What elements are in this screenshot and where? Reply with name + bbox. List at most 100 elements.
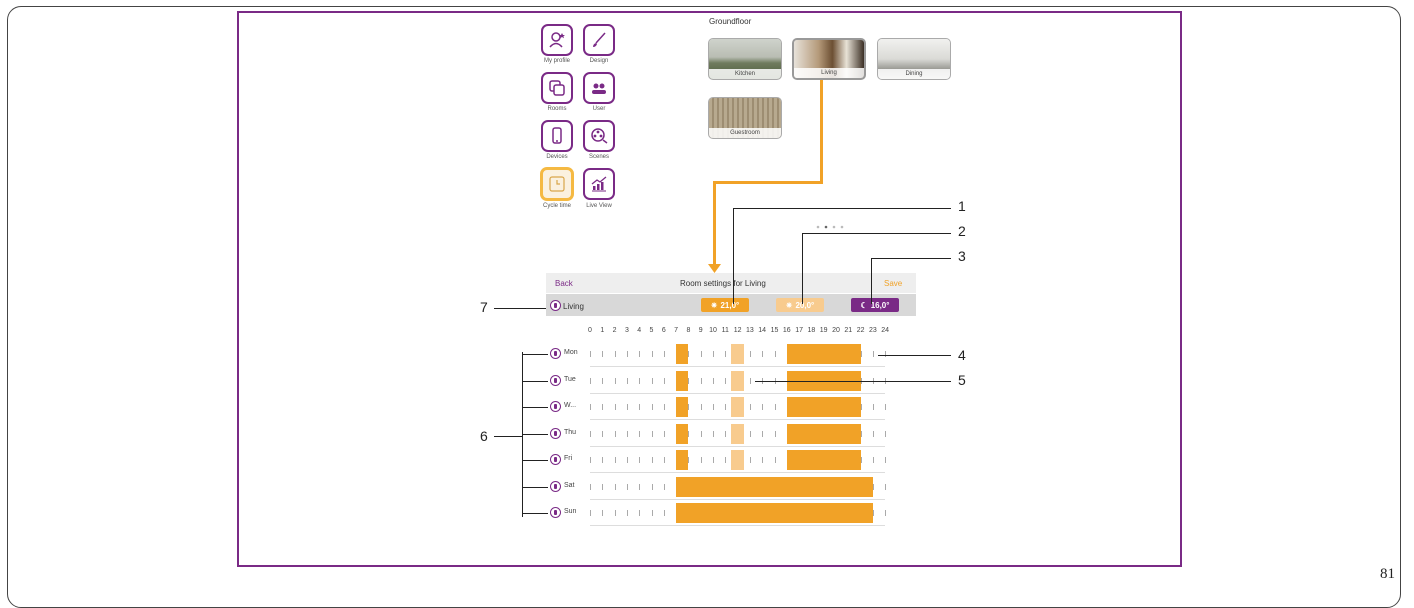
- day-room-icon[interactable]: [550, 401, 561, 412]
- hour-tick: [688, 404, 690, 410]
- moon-icon: ☾: [860, 300, 868, 310]
- save-button[interactable]: Save: [884, 279, 902, 288]
- callout-5: 5: [958, 372, 966, 388]
- comfort-block[interactable]: [676, 503, 873, 523]
- brush-icon[interactable]: [583, 24, 615, 56]
- day-room-icon[interactable]: [550, 454, 561, 465]
- room-card-guestroom[interactable]: Guestroom: [708, 97, 782, 139]
- hour-tick: [602, 404, 604, 410]
- eco-temp-value: 20,0°: [795, 300, 815, 310]
- hour-label: 1: [600, 327, 605, 334]
- hour-tick: [688, 430, 690, 437]
- hour-label: 18: [807, 327, 816, 334]
- hour-tick: [762, 404, 764, 410]
- comfort-block[interactable]: [786, 344, 861, 364]
- hour-tick: [626, 377, 628, 384]
- eco-block[interactable]: [731, 397, 744, 417]
- hour-tick: [590, 377, 591, 384]
- day-row-line: [590, 498, 886, 500]
- hour-tick: [626, 430, 628, 437]
- eco-block[interactable]: [731, 344, 744, 364]
- bracket-tick: [522, 513, 548, 514]
- day-room-icon[interactable]: [550, 374, 561, 386]
- hour-tick: [700, 457, 702, 463]
- rooms-icon[interactable]: [541, 72, 573, 104]
- hour-tick: [774, 351, 776, 357]
- day-room-icon[interactable]: [550, 507, 561, 518]
- bracket-tick: [522, 354, 548, 355]
- bracket-tick: [522, 380, 548, 382]
- back-button[interactable]: Back: [555, 279, 573, 288]
- hour-tick: [688, 351, 690, 357]
- comfort-block[interactable]: [676, 450, 689, 470]
- hour-label: 17: [795, 327, 803, 334]
- hour-tick: [663, 510, 665, 516]
- hour-tick: [749, 404, 751, 410]
- hour-tick: [663, 351, 665, 357]
- comfort-temp-value: 21,0°: [720, 300, 740, 310]
- hour-tick: [700, 404, 702, 410]
- day-room-icon[interactable]: [550, 480, 561, 492]
- hour-tick: [590, 351, 591, 357]
- day-label: Mon: [564, 349, 578, 356]
- hour-tick: [639, 351, 641, 357]
- hour-tick: [749, 430, 751, 437]
- hour-tick: [749, 377, 751, 384]
- comfort-block[interactable]: [676, 370, 689, 391]
- eco-temp-button[interactable]: ✷ 20,0°: [776, 298, 824, 312]
- chart-icon[interactable]: [583, 168, 615, 200]
- clock-icon[interactable]: [540, 167, 574, 201]
- hour-tick: [651, 430, 653, 437]
- hour-tick: [774, 404, 776, 410]
- hour-tick: [872, 351, 874, 357]
- comfort-temp-button[interactable]: ✷ 21,0°: [701, 298, 749, 312]
- room-card-dining[interactable]: Dining: [877, 38, 951, 80]
- hour-label: 13: [745, 327, 754, 334]
- day-room-icon[interactable]: [550, 427, 561, 439]
- hour-label: 9: [698, 327, 703, 334]
- hour-label: 23: [868, 327, 877, 334]
- callout-1: 1: [958, 198, 966, 214]
- hour-tick: [872, 457, 874, 463]
- hour-tick: [700, 351, 702, 357]
- hour-tick: [614, 404, 616, 410]
- hour-tick: [614, 351, 616, 357]
- room-card-kitchen[interactable]: Kitchen: [708, 38, 782, 80]
- hour-label: 2: [612, 327, 617, 334]
- hour-tick: [762, 457, 764, 463]
- film-reel-icon[interactable]: [583, 120, 615, 152]
- hour-tick: [626, 404, 628, 410]
- comfort-block[interactable]: [676, 397, 689, 417]
- profile-icon[interactable]: [541, 24, 573, 56]
- hour-tick: [639, 457, 641, 463]
- day-label: Fri: [564, 455, 573, 462]
- hour-tick: [590, 483, 591, 490]
- day-room-icon[interactable]: [550, 348, 561, 359]
- bracket-tick: [522, 460, 548, 461]
- eco-block[interactable]: [731, 450, 744, 470]
- callout-line: [494, 436, 522, 437]
- comfort-block[interactable]: [676, 476, 873, 497]
- night-temp-button[interactable]: ☾ 16,0°: [851, 298, 899, 312]
- comfort-block[interactable]: [786, 450, 861, 470]
- comfort-block[interactable]: [786, 397, 861, 417]
- users-icon[interactable]: [583, 72, 615, 104]
- menu-label: User: [592, 106, 606, 112]
- comfort-block[interactable]: [786, 423, 861, 444]
- phone-icon[interactable]: [541, 120, 573, 152]
- hour-label: 16: [782, 327, 791, 334]
- eco-block[interactable]: [731, 423, 744, 444]
- sun-dim-icon: ✷: [785, 300, 793, 310]
- hour-label: 7: [674, 327, 679, 334]
- hour-tick: [860, 457, 862, 463]
- menu-label: Scenes: [588, 154, 609, 160]
- comfort-block[interactable]: [676, 423, 689, 444]
- hour-label: 10: [709, 327, 717, 334]
- room-card-living[interactable]: Living: [792, 38, 866, 80]
- bracket-tick: [522, 486, 548, 488]
- hour-tick: [860, 404, 862, 410]
- callout-line: [871, 258, 872, 304]
- comfort-block[interactable]: [676, 344, 689, 364]
- hour-tick: [614, 510, 616, 516]
- eco-block[interactable]: [731, 370, 744, 391]
